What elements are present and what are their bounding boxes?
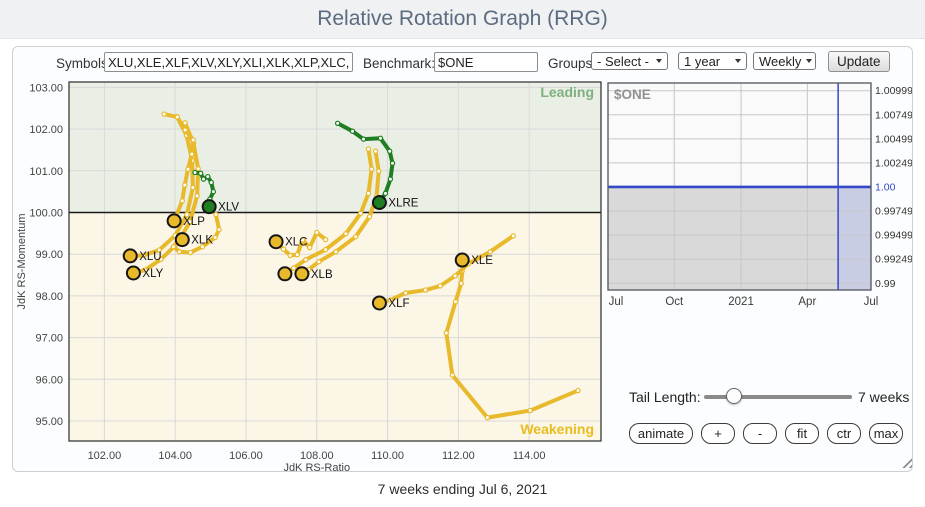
svg-text:Leading: Leading — [540, 84, 594, 100]
svg-text:104.00: 104.00 — [158, 450, 192, 462]
svg-text:Weakening: Weakening — [520, 421, 594, 437]
svg-text:0.9924999: 0.9924999 — [875, 254, 913, 266]
svg-text:0.9949999: 0.9949999 — [875, 230, 913, 242]
svg-text:95.00: 95.00 — [35, 416, 63, 428]
svg-text:Jul: Jul — [864, 296, 879, 308]
zoom-in-button[interactable]: + — [701, 423, 735, 444]
svg-text:101.00: 101.00 — [29, 166, 63, 178]
chart-toolbar: animate + - fit ctr max — [629, 423, 903, 444]
benchmark-chart[interactable]: Jul Oct 2021 Apr Jul 1.0099999 1.0074999 1.0049… — [606, 81, 913, 311]
tail-length-slider-thumb[interactable] — [726, 388, 742, 404]
svg-text:98.00: 98.00 — [35, 291, 63, 303]
svg-text:$ONE: $ONE — [614, 87, 651, 102]
svg-text:1.0099999: 1.0099999 — [875, 85, 913, 97]
svg-text:XLU: XLU — [139, 251, 161, 263]
svg-text:1.0024999: 1.0024999 — [875, 157, 913, 169]
svg-text:XLB: XLB — [311, 269, 333, 281]
svg-text:XLV: XLV — [218, 202, 239, 214]
svg-text:JdK RS-Momentum: JdK RS-Momentum — [16, 214, 28, 310]
svg-text:1.0049999: 1.0049999 — [875, 133, 913, 145]
tail-length-slider[interactable] — [704, 395, 852, 399]
page-title: Relative Rotation Graph (RRG) — [317, 0, 608, 38]
chevron-down-icon — [735, 59, 741, 63]
svg-text:0.99: 0.99 — [875, 278, 896, 290]
svg-text:0.9974999: 0.9974999 — [875, 206, 913, 218]
svg-text:1.0074999: 1.0074999 — [875, 109, 913, 121]
zoom-out-button[interactable]: - — [743, 423, 777, 444]
fit-button[interactable]: fit — [785, 423, 819, 444]
rrg-app-window: Relative Rotation Graph (RRG) Symbols: B… — [0, 0, 925, 507]
svg-text:XLC: XLC — [285, 237, 307, 249]
svg-text:XLE: XLE — [471, 255, 493, 267]
update-button[interactable]: Update — [828, 51, 890, 72]
svg-text:102.00: 102.00 — [88, 450, 122, 462]
svg-text:Apr: Apr — [798, 296, 816, 308]
svg-text:112.00: 112.00 — [442, 450, 475, 462]
svg-text:XLY: XLY — [142, 268, 163, 280]
app-title-bar: Relative Rotation Graph (RRG) — [0, 0, 925, 39]
animate-button[interactable]: animate — [629, 423, 693, 444]
svg-text:110.00: 110.00 — [371, 450, 404, 462]
rrg-panel: Symbols: Benchmark: Groups: - Select - 1… — [12, 46, 913, 472]
svg-text:106.00: 106.00 — [229, 450, 263, 462]
svg-text:JdK RS-Ratio: JdK RS-Ratio — [283, 462, 350, 472]
period-select[interactable]: 1 year — [678, 52, 747, 70]
frequency-select[interactable]: Weekly — [753, 52, 816, 70]
rrg-chart[interactable]: 102.00 104.00 106.00 108.00 110.00 112.00 114.… — [13, 47, 628, 472]
center-button[interactable]: ctr — [827, 423, 861, 444]
tail-length-label: Tail Length: — [629, 389, 701, 405]
svg-text:XLF: XLF — [388, 298, 409, 310]
svg-text:2021: 2021 — [728, 296, 754, 308]
svg-text:1.00: 1.00 — [875, 181, 896, 193]
svg-text:103.00: 103.00 — [29, 82, 63, 94]
svg-text:Jul: Jul — [609, 296, 624, 308]
maximize-button[interactable]: max — [869, 423, 903, 444]
svg-text:99.00: 99.00 — [35, 249, 63, 261]
resize-handle-icon[interactable] — [899, 454, 913, 468]
chevron-down-icon — [656, 59, 662, 63]
svg-text:XLP: XLP — [183, 216, 205, 228]
svg-text:Oct: Oct — [665, 296, 684, 308]
svg-text:108.00: 108.00 — [300, 450, 334, 462]
tail-length-value: 7 weeks — [858, 389, 909, 405]
svg-text:96.00: 96.00 — [35, 374, 63, 386]
svg-text:100.00: 100.00 — [29, 208, 63, 220]
chevron-down-icon — [806, 59, 812, 63]
svg-text:97.00: 97.00 — [35, 333, 63, 345]
svg-text:114.00: 114.00 — [513, 450, 546, 462]
svg-text:XLRE: XLRE — [388, 198, 418, 210]
footer-caption: 7 weeks ending Jul 6, 2021 — [0, 481, 925, 497]
svg-text:XLK: XLK — [191, 235, 213, 247]
svg-text:102.00: 102.00 — [29, 124, 63, 136]
